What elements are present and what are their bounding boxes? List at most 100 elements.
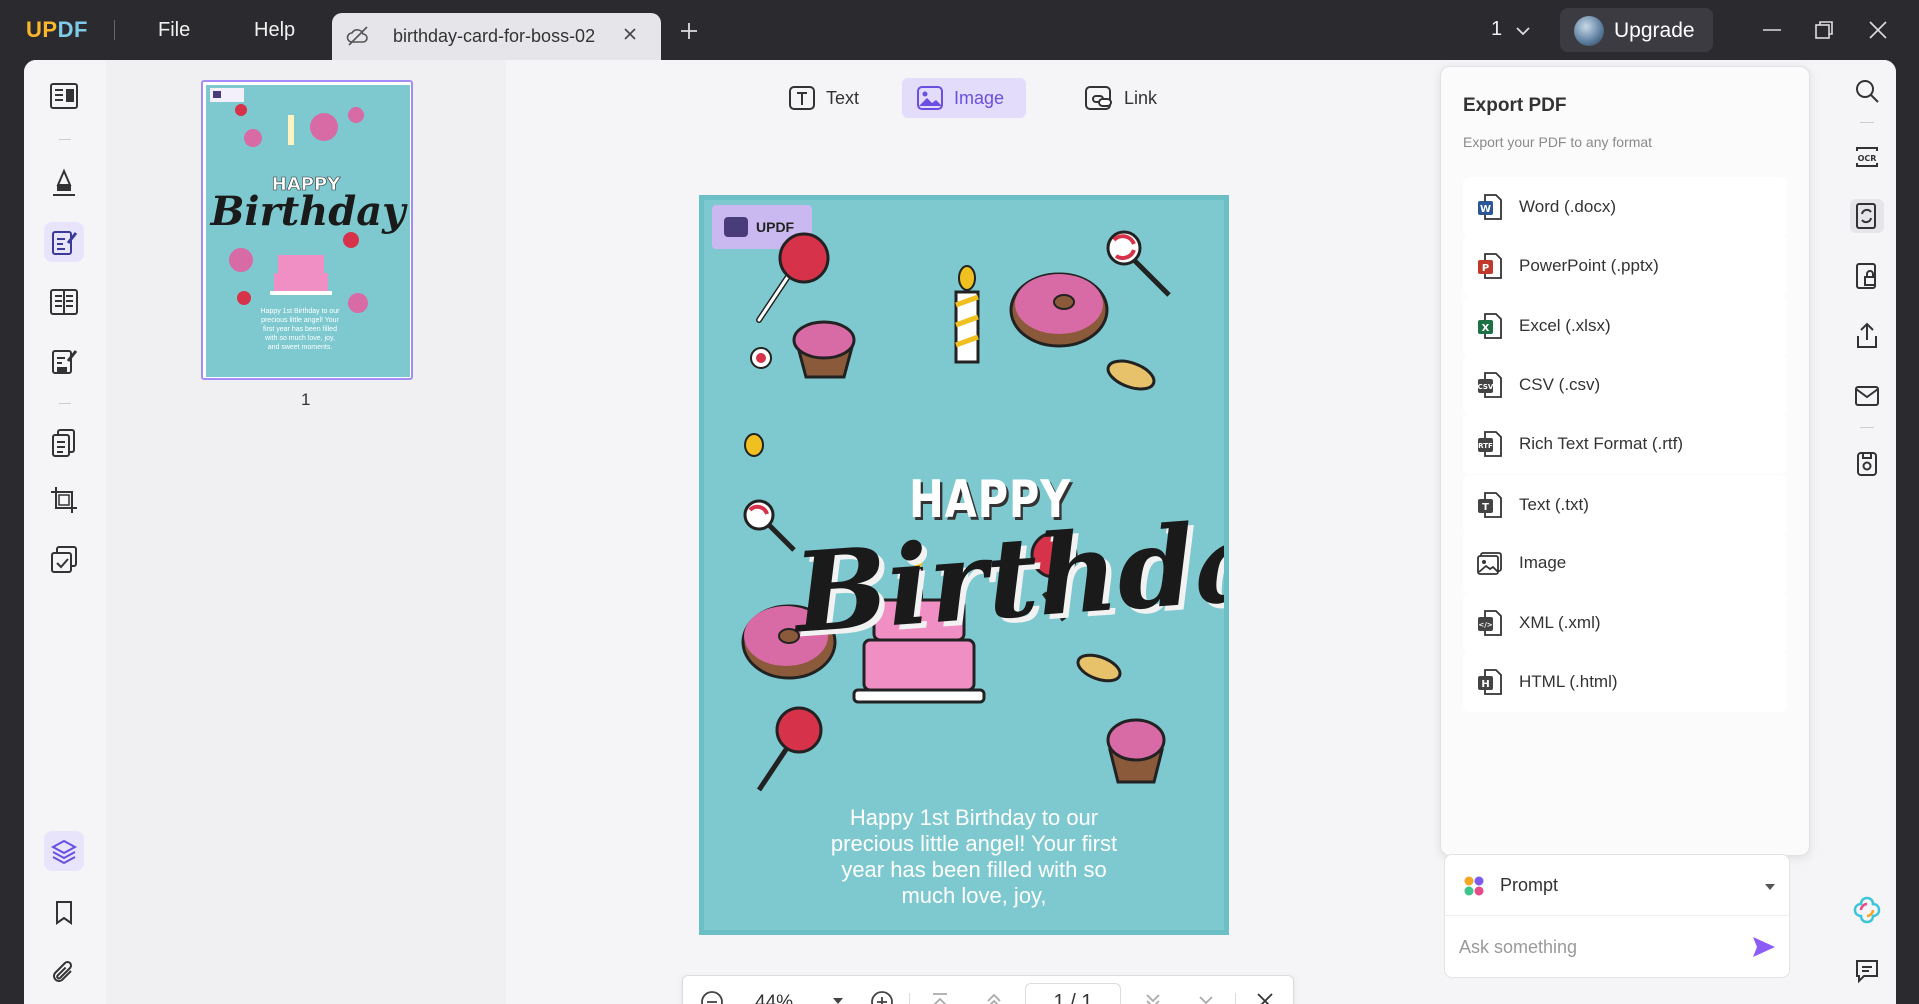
- csv-icon: CSV: [1477, 371, 1503, 399]
- menu-file[interactable]: File: [158, 19, 190, 42]
- next-page-icon[interactable]: [1141, 989, 1165, 1004]
- minimize-icon[interactable]: [1760, 18, 1784, 42]
- left-toolbar: [24, 60, 106, 1004]
- separator: [59, 139, 71, 140]
- word-icon: W: [1477, 193, 1503, 221]
- export-format-item[interactable]: X Excel (.xlsx): [1463, 296, 1787, 356]
- svg-text:CSV: CSV: [1478, 383, 1494, 391]
- menu-help[interactable]: Help: [254, 19, 295, 42]
- new-tab-plus-icon[interactable]: [678, 20, 700, 42]
- prompt-dropdown-icon[interactable]: [1763, 881, 1777, 893]
- close-zoombar-icon[interactable]: [1253, 989, 1277, 1004]
- convert-icon[interactable]: [1850, 199, 1884, 233]
- rtf-icon: RTF: [1477, 430, 1503, 458]
- svg-text:Happy 1st Birthday to our: Happy 1st Birthday to our: [261, 308, 341, 315]
- export-format-label: Word (.docx): [1519, 197, 1616, 216]
- export-format-item[interactable]: Image: [1463, 533, 1787, 593]
- document-tab[interactable]: birthday-card-for-boss-02: [332, 13, 661, 60]
- divider: [1445, 915, 1791, 916]
- first-page-icon[interactable]: [928, 989, 952, 1004]
- export-format-item[interactable]: </> XML (.xml): [1463, 593, 1787, 653]
- export-format-item[interactable]: H HTML (.html): [1463, 652, 1787, 712]
- window-count[interactable]: 1: [1491, 18, 1502, 41]
- add-text-button[interactable]: Text: [774, 78, 873, 118]
- export-format-item[interactable]: T Text (.txt): [1463, 475, 1787, 535]
- export-subtitle: Export your PDF to any format: [1463, 134, 1653, 150]
- sign-fill-icon[interactable]: [44, 342, 84, 382]
- xml-icon: </>: [1477, 609, 1503, 637]
- attachment-icon[interactable]: [44, 953, 84, 993]
- search-icon[interactable]: [1850, 74, 1884, 108]
- updf-logo: UPDF: [26, 17, 88, 42]
- export-format-label: PowerPoint (.pptx): [1519, 256, 1659, 275]
- bookmark-icon[interactable]: [44, 892, 84, 932]
- comment-highlighter-icon[interactable]: [44, 162, 84, 202]
- export-format-item[interactable]: RTF Rich Text Format (.rtf): [1463, 414, 1787, 474]
- protect-icon[interactable]: [1850, 259, 1884, 293]
- zoom-in-icon[interactable]: [869, 989, 895, 1004]
- svg-text:precious little angel! Your: precious little angel! Your: [261, 317, 339, 324]
- image-icon: [1477, 550, 1503, 576]
- tab-title: birthday-card-for-boss-02: [393, 26, 596, 46]
- save-as-icon[interactable]: [1850, 446, 1884, 480]
- edit-pdf-icon[interactable]: [44, 222, 84, 262]
- app-window: HAPPY Birthday Happy 1st Birthday to our…: [24, 60, 1896, 1004]
- svg-text:P: P: [1482, 263, 1489, 274]
- add-image-button[interactable]: Image: [902, 78, 1026, 118]
- last-page-icon[interactable]: [1194, 989, 1218, 1004]
- no-cloud-icon: [346, 25, 370, 47]
- prompt-selector[interactable]: Prompt: [1500, 875, 1558, 896]
- page-thumbnail[interactable]: HAPPY Birthday Happy 1st Birthday to our…: [201, 80, 413, 380]
- export-format-label: Rich Text Format (.rtf): [1519, 434, 1684, 453]
- updf-ai-icon[interactable]: [1850, 893, 1884, 927]
- thumbnail-page-number: 1: [301, 390, 311, 409]
- zoom-dropdown-icon[interactable]: [831, 994, 845, 1004]
- right-toolbar: OCR: [1838, 60, 1896, 1004]
- separator: [909, 993, 910, 1004]
- export-title: Export PDF: [1463, 95, 1567, 116]
- ocr-icon[interactable]: OCR: [1850, 140, 1884, 174]
- close-window-icon[interactable]: [1866, 18, 1890, 42]
- email-icon[interactable]: [1850, 379, 1884, 413]
- export-format-item[interactable]: W Word (.docx): [1463, 177, 1787, 237]
- add-link-button[interactable]: Link: [1070, 78, 1171, 118]
- pdf-page[interactable]: UPDF HAPPY Birthday Happy 1st Birthday t…: [699, 195, 1229, 935]
- svg-text:</>: </>: [1478, 621, 1492, 629]
- ask-input[interactable]: [1459, 931, 1739, 963]
- svg-text:first year has been filled: first year has been filled: [263, 326, 337, 333]
- form-icon[interactable]: [44, 282, 84, 322]
- export-format-label: Image: [1519, 553, 1567, 572]
- ai-assistant-box: Prompt: [1444, 854, 1791, 978]
- layers-icon[interactable]: [44, 831, 84, 871]
- organize-pages-icon[interactable]: [44, 423, 84, 463]
- send-icon[interactable]: [1751, 935, 1777, 959]
- zoom-out-icon[interactable]: [699, 989, 725, 1004]
- svg-text:OCR: OCR: [1858, 154, 1877, 163]
- crop-icon[interactable]: [44, 480, 84, 520]
- zoom-value[interactable]: 44%: [755, 992, 793, 1004]
- close-tab-icon[interactable]: [622, 26, 638, 42]
- title-bar: UPDF File Help birthday-card-for-boss-02…: [0, 0, 1919, 60]
- export-format-item[interactable]: CSV CSV (.csv): [1463, 355, 1787, 415]
- zoom-toolbar: 44% 1 / 1: [682, 975, 1294, 1004]
- share-icon[interactable]: [1850, 319, 1884, 353]
- page-number-input[interactable]: 1 / 1: [1025, 983, 1121, 1004]
- upgrade-button[interactable]: Upgrade: [1560, 8, 1713, 52]
- avatar: [1574, 16, 1604, 46]
- svg-text:RTF: RTF: [1478, 442, 1493, 450]
- excel-icon: X: [1477, 312, 1503, 340]
- svg-text:X: X: [1482, 323, 1490, 334]
- ai-prompt-icon: [1463, 875, 1485, 897]
- svg-text:Birthday: Birthday: [210, 188, 409, 235]
- card-message[interactable]: Happy 1st Birthday to our precious littl…: [824, 805, 1124, 909]
- chevron-down-icon[interactable]: [1512, 20, 1534, 42]
- restore-icon[interactable]: [1812, 18, 1836, 42]
- edit-toolbar: Text Image Link: [506, 78, 1424, 122]
- export-format-item[interactable]: P PowerPoint (.pptx): [1463, 236, 1787, 296]
- comments-icon[interactable]: [1850, 954, 1884, 988]
- text-file-icon: T: [1477, 491, 1503, 519]
- previous-page-icon[interactable]: [982, 989, 1006, 1004]
- reader-mode-icon[interactable]: [44, 76, 84, 116]
- page-tools-icon[interactable]: [44, 540, 84, 580]
- separator: [59, 403, 71, 404]
